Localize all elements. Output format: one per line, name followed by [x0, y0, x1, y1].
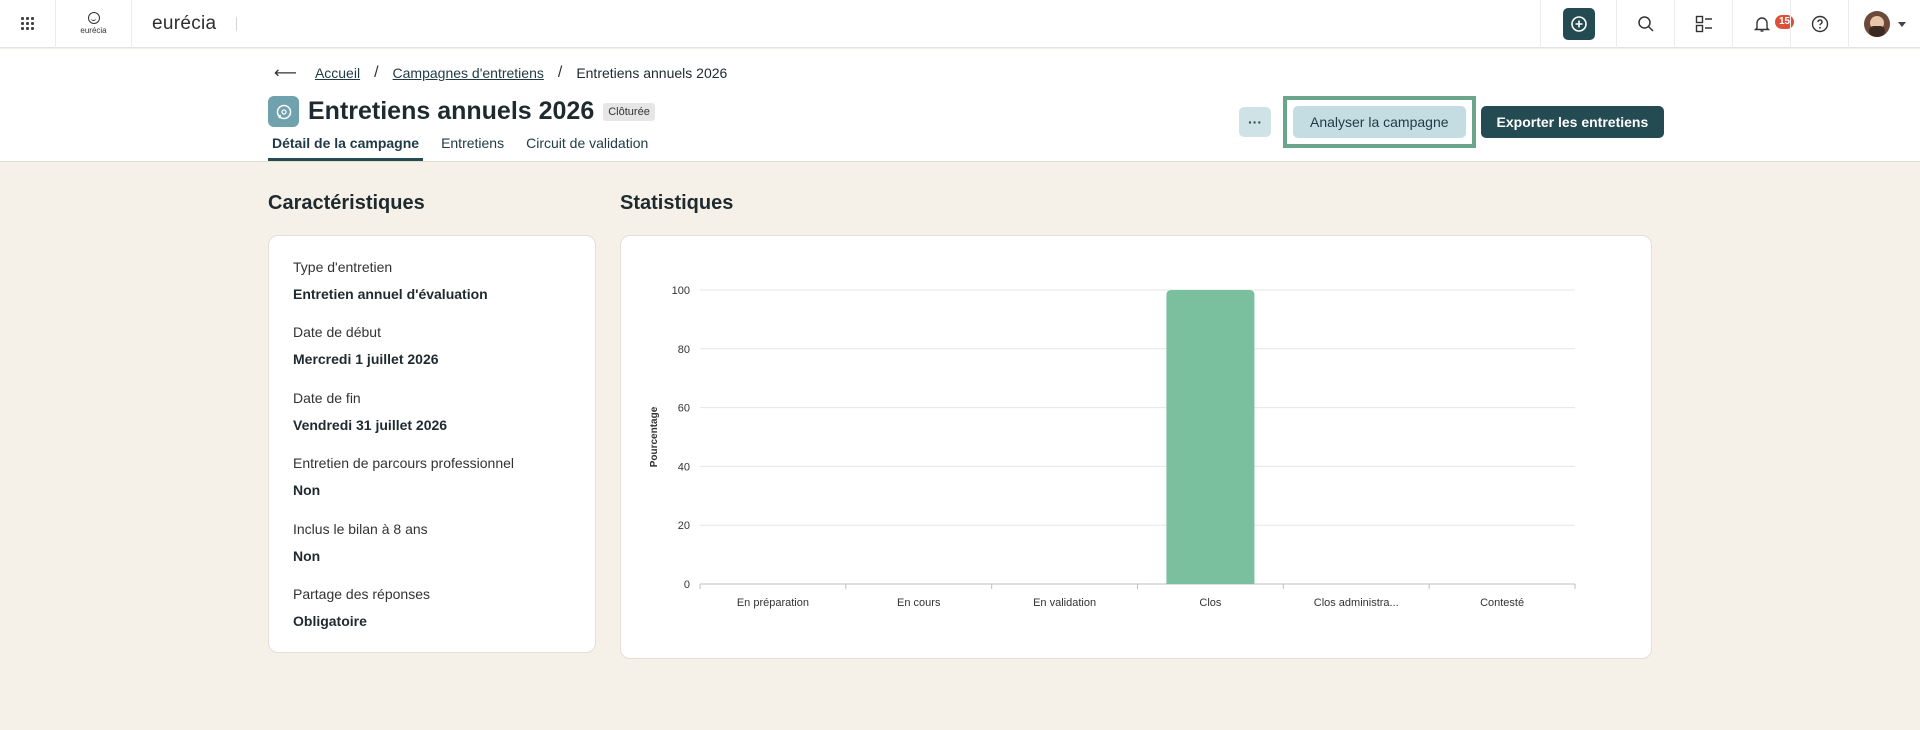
- breadcrumb-separator: /: [374, 64, 379, 81]
- title-row: Entretiens annuels 2026 Clôturée: [268, 96, 655, 127]
- x-tick-label: En validation: [1033, 597, 1096, 609]
- statistics-bar-chart: 0 20 40 60 80 100 Pourcentage En préparation En …: [649, 285, 1576, 609]
- bar: [1166, 290, 1255, 584]
- export-interviews-button[interactable]: Exporter les entretiens: [1480, 106, 1665, 138]
- user-menu[interactable]: [1848, 0, 1920, 48]
- brand-divider: [236, 16, 238, 31]
- breadcrumb: ⟵ Accueil / Campagnes d'entretiens / Ent…: [274, 63, 727, 83]
- field-eight-year-review: Inclus le bilan à 8 ans Non: [293, 521, 428, 564]
- smiley-logo-icon: [87, 12, 100, 24]
- notifications-button[interactable]: 15: [1732, 0, 1795, 48]
- y-tick-label: 80: [678, 344, 690, 356]
- y-tick-label: 20: [678, 520, 690, 532]
- tab-validation-circuit[interactable]: Circuit de validation: [522, 135, 652, 161]
- statistics-title: Statistiques: [620, 192, 734, 214]
- y-axis-label: Pourcentage: [649, 406, 660, 467]
- chevron-down-icon: [1897, 21, 1906, 27]
- field-value: Non: [293, 548, 321, 564]
- y-tick-label: 60: [678, 403, 690, 415]
- apps-grid-icon: [21, 17, 34, 30]
- header-actions: ··· Analyser la campagne Exporter les en…: [1239, 96, 1665, 148]
- breadcrumb-separator: /: [557, 64, 563, 81]
- eurecia-logo-small[interactable]: eurécia: [56, 0, 132, 48]
- x-tick-label: Contesté: [1480, 597, 1524, 609]
- y-tick-label: 100: [672, 285, 690, 297]
- field-label: Entretien de parcours professionnel: [293, 455, 515, 471]
- apps-grid-button[interactable]: [0, 0, 56, 48]
- status-badge: Clôturée: [603, 102, 655, 121]
- field-value: Vendredi 31 juillet 2026: [293, 417, 448, 433]
- y-tick-label: 0: [684, 579, 690, 591]
- page-title: Entretiens annuels 2026: [308, 97, 595, 125]
- checklist-icon: [1695, 15, 1712, 33]
- tab-campaign-detail[interactable]: Détail de la campagne: [268, 135, 424, 161]
- brand-name: eurécia: [152, 12, 217, 34]
- statistics-card: 0 20 40 60 80 100 Pourcentage En préparation En …: [620, 235, 1652, 659]
- field-value: Entretien annuel d'évaluation: [293, 286, 488, 302]
- back-arrow-icon[interactable]: ⟵: [274, 63, 297, 83]
- field-value: Mercredi 1 juillet 2026: [293, 351, 439, 367]
- field-interview-type: Type d'entretien Entretien annuel d'éval…: [293, 259, 488, 302]
- field-label: Inclus le bilan à 8 ans: [293, 521, 428, 537]
- x-tick-label: En préparation: [737, 597, 809, 609]
- y-tick-label: 40: [678, 461, 690, 473]
- create-button[interactable]: [1540, 0, 1616, 48]
- tab-interviews[interactable]: Entretiens: [437, 135, 508, 161]
- more-options-button[interactable]: ···: [1239, 107, 1271, 137]
- field-end-date: Date de fin Vendredi 31 juillet 2026: [293, 390, 447, 433]
- field-answer-sharing: Partage des réponses Obligatoire: [293, 586, 430, 629]
- breadcrumb-home-link[interactable]: Accueil: [315, 65, 360, 81]
- field-label: Type d'entretien: [293, 259, 393, 275]
- characteristics-card: Type d'entretien Entretien annuel d'éval…: [268, 235, 596, 653]
- field-start-date: Date de début Mercredi 1 juillet 2026: [293, 324, 439, 367]
- field-label: Partage des réponses: [293, 586, 430, 602]
- top-bar: eurécia eurécia 15: [0, 0, 1920, 48]
- field-value: Non: [293, 482, 321, 498]
- x-tick-label: Clos: [1199, 597, 1222, 609]
- tab-bar: Détail de la campagne Entretiens Circuit…: [268, 135, 666, 161]
- search-button[interactable]: [1616, 0, 1674, 48]
- help-button[interactable]: [1790, 0, 1848, 48]
- field-label: Date de début: [293, 324, 381, 340]
- help-icon: [1811, 15, 1828, 33]
- page-header: ⟵ Accueil / Campagnes d'entretiens / Ent…: [0, 49, 1920, 162]
- logo-small-text: eurécia: [80, 26, 107, 35]
- x-tick-label: Clos administra...: [1314, 597, 1399, 609]
- campaign-chat-icon: [268, 96, 299, 127]
- avatar: [1863, 11, 1890, 37]
- tasks-button[interactable]: [1674, 0, 1732, 48]
- analyse-highlight-frame: Analyser la campagne: [1283, 96, 1476, 148]
- x-tick-label: En cours: [897, 597, 941, 609]
- analyse-campaign-button[interactable]: Analyser la campagne: [1293, 106, 1466, 138]
- breadcrumb-current: Entretiens annuels 2026: [576, 65, 728, 81]
- field-career-interview: Entretien de parcours professionnel Non: [293, 455, 514, 498]
- search-icon: [1637, 16, 1654, 32]
- field-value: Obligatoire: [293, 613, 367, 629]
- plus-circle-icon: [1562, 8, 1595, 40]
- characteristics-title: Caractéristiques: [268, 192, 425, 214]
- field-label: Date de fin: [293, 390, 361, 406]
- bell-icon: [1753, 17, 1770, 32]
- breadcrumb-campaigns-link[interactable]: Campagnes d'entretiens: [393, 65, 544, 81]
